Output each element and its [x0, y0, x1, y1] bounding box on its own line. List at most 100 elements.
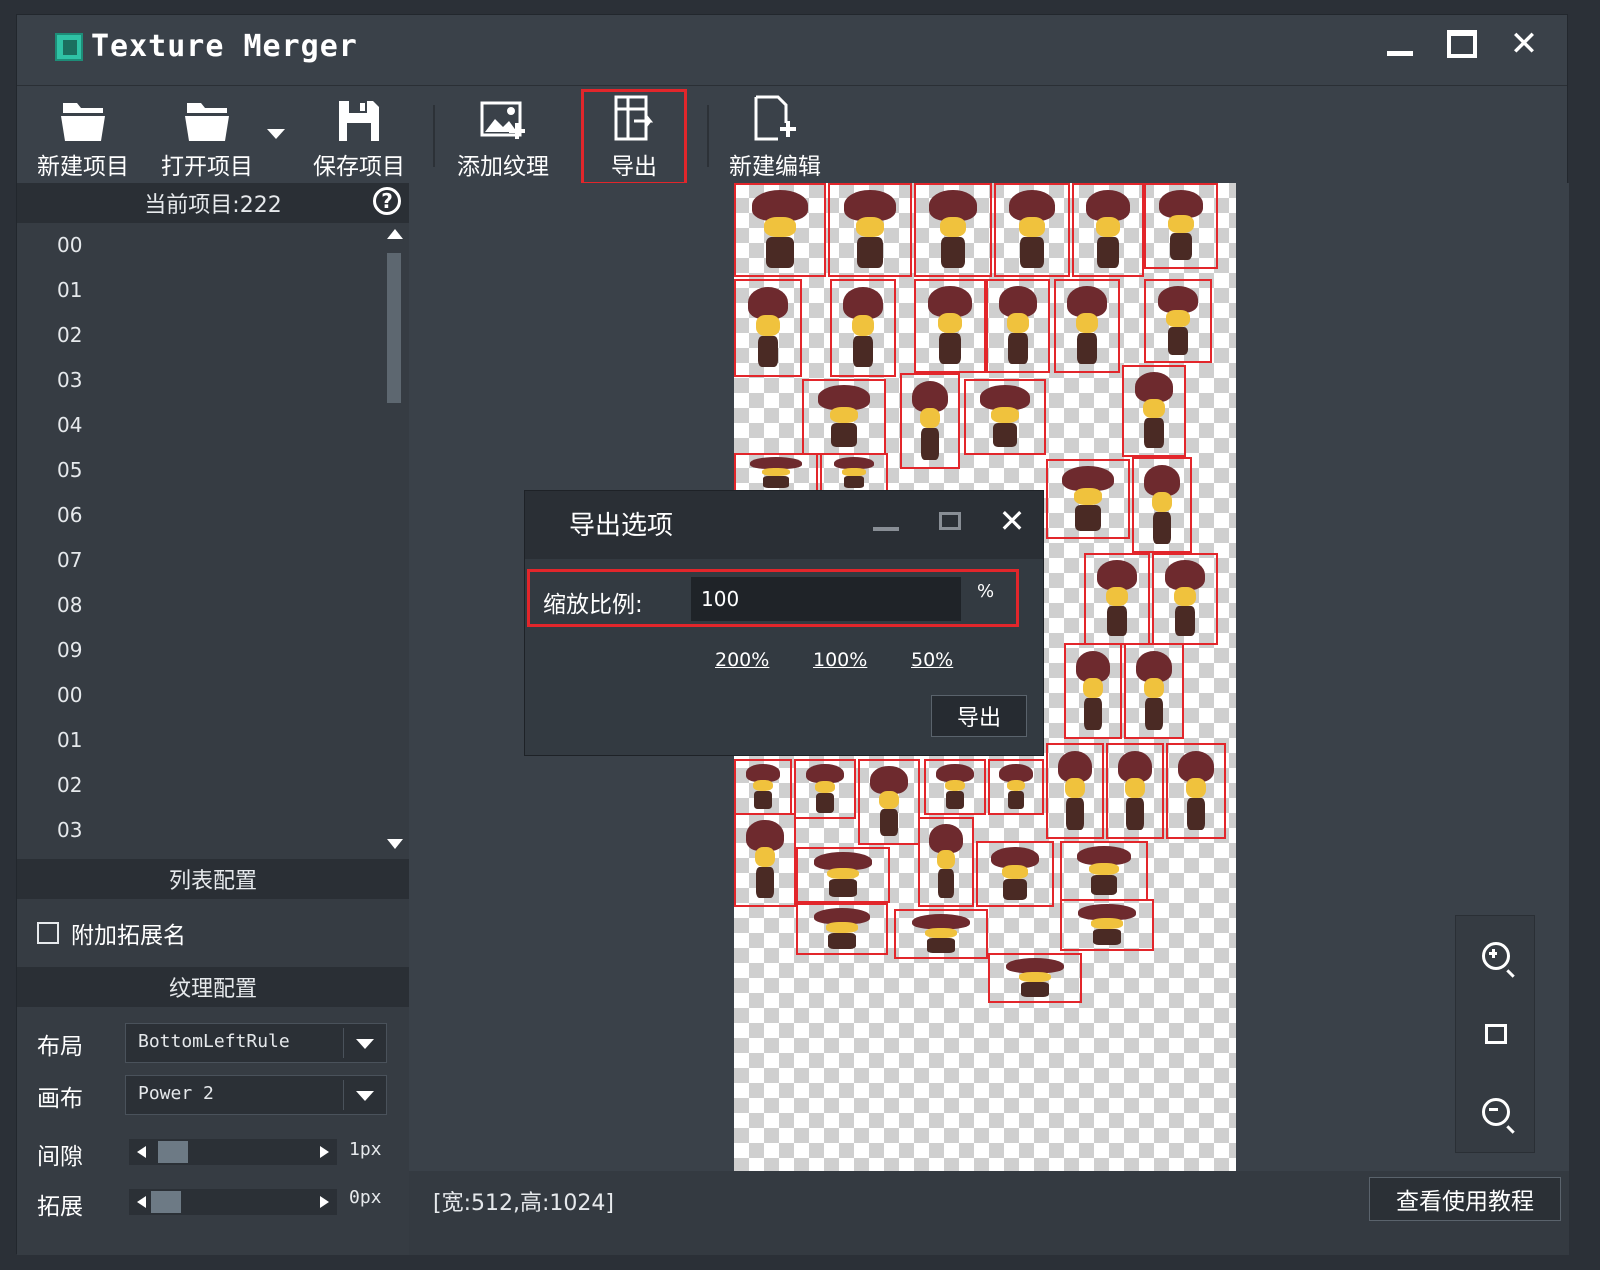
sprite-frame[interactable] — [1046, 743, 1104, 839]
sprite-frame[interactable] — [1124, 643, 1184, 739]
sprite-frame[interactable] — [796, 903, 888, 955]
list-item[interactable]: 03 — [17, 808, 409, 853]
sprite-hat — [751, 190, 809, 221]
sprite-frame[interactable] — [918, 817, 974, 907]
add-texture-button[interactable]: 添加纹理 — [453, 87, 553, 183]
sprite-frame[interactable] — [1054, 279, 1120, 373]
sprite-frame[interactable] — [986, 279, 1050, 373]
canvas-select[interactable]: Power 2 — [125, 1075, 387, 1115]
view-tutorial-button[interactable]: 查看使用教程 — [1369, 1177, 1561, 1221]
slider-right-arrow-icon[interactable] — [320, 1146, 329, 1158]
close-button[interactable]: ✕ — [1493, 15, 1555, 73]
list-item[interactable]: 05 — [17, 448, 409, 493]
sprite-body — [1007, 791, 1025, 809]
add-image-icon — [480, 101, 525, 139]
zoom-out-button[interactable] — [1476, 1092, 1516, 1132]
sprite-frame[interactable] — [1132, 457, 1192, 553]
slider-right-arrow-icon[interactable] — [320, 1196, 329, 1208]
sprite-frame[interactable] — [830, 279, 896, 377]
help-icon[interactable]: ? — [373, 187, 401, 215]
list-item[interactable]: 02 — [17, 313, 409, 358]
sprite-frame[interactable] — [914, 279, 986, 373]
sprite-frame[interactable] — [734, 453, 818, 493]
sprite-frame[interactable] — [994, 183, 1070, 277]
sprite-frame[interactable] — [828, 183, 912, 277]
list-item[interactable]: 06 — [17, 493, 409, 538]
scale-input[interactable] — [691, 577, 961, 621]
sprite-frame[interactable] — [988, 953, 1082, 1003]
append-extension-row[interactable]: 附加拓展名 — [17, 899, 409, 967]
append-extension-checkbox[interactable] — [37, 922, 59, 944]
fit-to-view-button[interactable] — [1476, 1014, 1516, 1054]
sprite-frame[interactable] — [894, 909, 988, 959]
sprite-frame[interactable] — [1060, 899, 1154, 951]
sprite-frame[interactable] — [1152, 553, 1218, 645]
dialog-minimize-button[interactable] — [857, 495, 915, 547]
dialog-maximize-button[interactable] — [921, 495, 979, 547]
list-item[interactable]: 08 — [17, 583, 409, 628]
new-project-button[interactable]: 新建项目 — [35, 87, 131, 183]
sprite-frame[interactable] — [1064, 643, 1122, 739]
extend-slider-thumb[interactable] — [151, 1191, 181, 1213]
gap-slider-thumb[interactable] — [157, 1141, 188, 1163]
sprite-frame[interactable] — [734, 279, 802, 377]
sprite-frame[interactable] — [802, 379, 886, 455]
list-scrollbar-thumb[interactable] — [387, 253, 401, 403]
preset-100-link[interactable]: 100% — [813, 649, 867, 671]
preset-200-link[interactable]: 200% — [715, 649, 769, 671]
list-item[interactable]: 07 — [17, 538, 409, 583]
layout-select[interactable]: BottomLeftRule — [125, 1023, 387, 1063]
save-project-button[interactable]: 保存项目 — [311, 87, 407, 183]
sprite-frame[interactable] — [794, 759, 856, 819]
sprite-frame[interactable] — [1144, 279, 1212, 363]
gap-slider[interactable] — [129, 1139, 337, 1165]
sprite-frame[interactable] — [1084, 553, 1150, 645]
dialog-close-button[interactable]: ✕ — [983, 495, 1041, 547]
list-item[interactable]: 02 — [17, 763, 409, 808]
sprite-frame[interactable] — [1144, 183, 1218, 269]
sprite-frame[interactable] — [964, 379, 1046, 455]
open-project-button[interactable]: 打开项目 — [159, 87, 255, 183]
sprite-frame[interactable] — [976, 841, 1054, 907]
sprite-frame[interactable] — [1046, 459, 1130, 539]
sprite-frame[interactable] — [914, 183, 992, 277]
sprite-body — [828, 879, 858, 897]
sprite-frame[interactable] — [820, 453, 888, 493]
sprite-frame[interactable] — [734, 813, 796, 907]
scroll-down-arrow-icon[interactable] — [387, 839, 403, 849]
maximize-icon — [1447, 30, 1477, 58]
sprite-frame[interactable] — [1060, 841, 1148, 901]
dialog-export-button[interactable]: 导出 — [931, 695, 1027, 737]
open-project-dropdown-icon[interactable] — [267, 129, 285, 139]
sprite-frame[interactable] — [924, 759, 986, 815]
sprite-body — [1020, 981, 1050, 998]
sprite-frame[interactable] — [1072, 183, 1144, 277]
zoom-in-button[interactable] — [1476, 936, 1516, 976]
list-item[interactable]: 00 — [17, 673, 409, 718]
slider-left-arrow-icon[interactable] — [137, 1196, 146, 1208]
sprite-frame[interactable] — [1106, 743, 1164, 839]
sprite-frame[interactable] — [858, 759, 920, 845]
sprite-frame[interactable] — [734, 759, 792, 815]
list-item[interactable]: 09 — [17, 628, 409, 673]
maximize-button[interactable] — [1431, 15, 1493, 73]
slider-left-arrow-icon[interactable] — [137, 1146, 146, 1158]
sprite-hat — [1075, 650, 1111, 682]
sprite-frame[interactable] — [1166, 743, 1226, 839]
extend-slider[interactable] — [129, 1189, 337, 1215]
sprite-frame[interactable] — [1122, 365, 1186, 457]
list-item[interactable]: 03 — [17, 358, 409, 403]
minimize-button[interactable] — [1369, 15, 1431, 73]
list-item[interactable]: 00 — [17, 223, 409, 268]
sprite-face — [1105, 586, 1129, 607]
scroll-up-arrow-icon[interactable] — [387, 229, 403, 239]
sprite-frame[interactable] — [900, 373, 960, 469]
sprite-frame[interactable] — [734, 183, 826, 277]
list-item[interactable]: 01 — [17, 268, 409, 313]
sprite-frame[interactable] — [796, 847, 890, 903]
sprite-frame[interactable] — [988, 759, 1044, 815]
list-item[interactable]: 04 — [17, 403, 409, 448]
list-item[interactable]: 01 — [17, 718, 409, 763]
preset-50-link[interactable]: 50% — [911, 649, 953, 671]
new-edit-button[interactable]: 新建编辑 — [725, 87, 825, 183]
